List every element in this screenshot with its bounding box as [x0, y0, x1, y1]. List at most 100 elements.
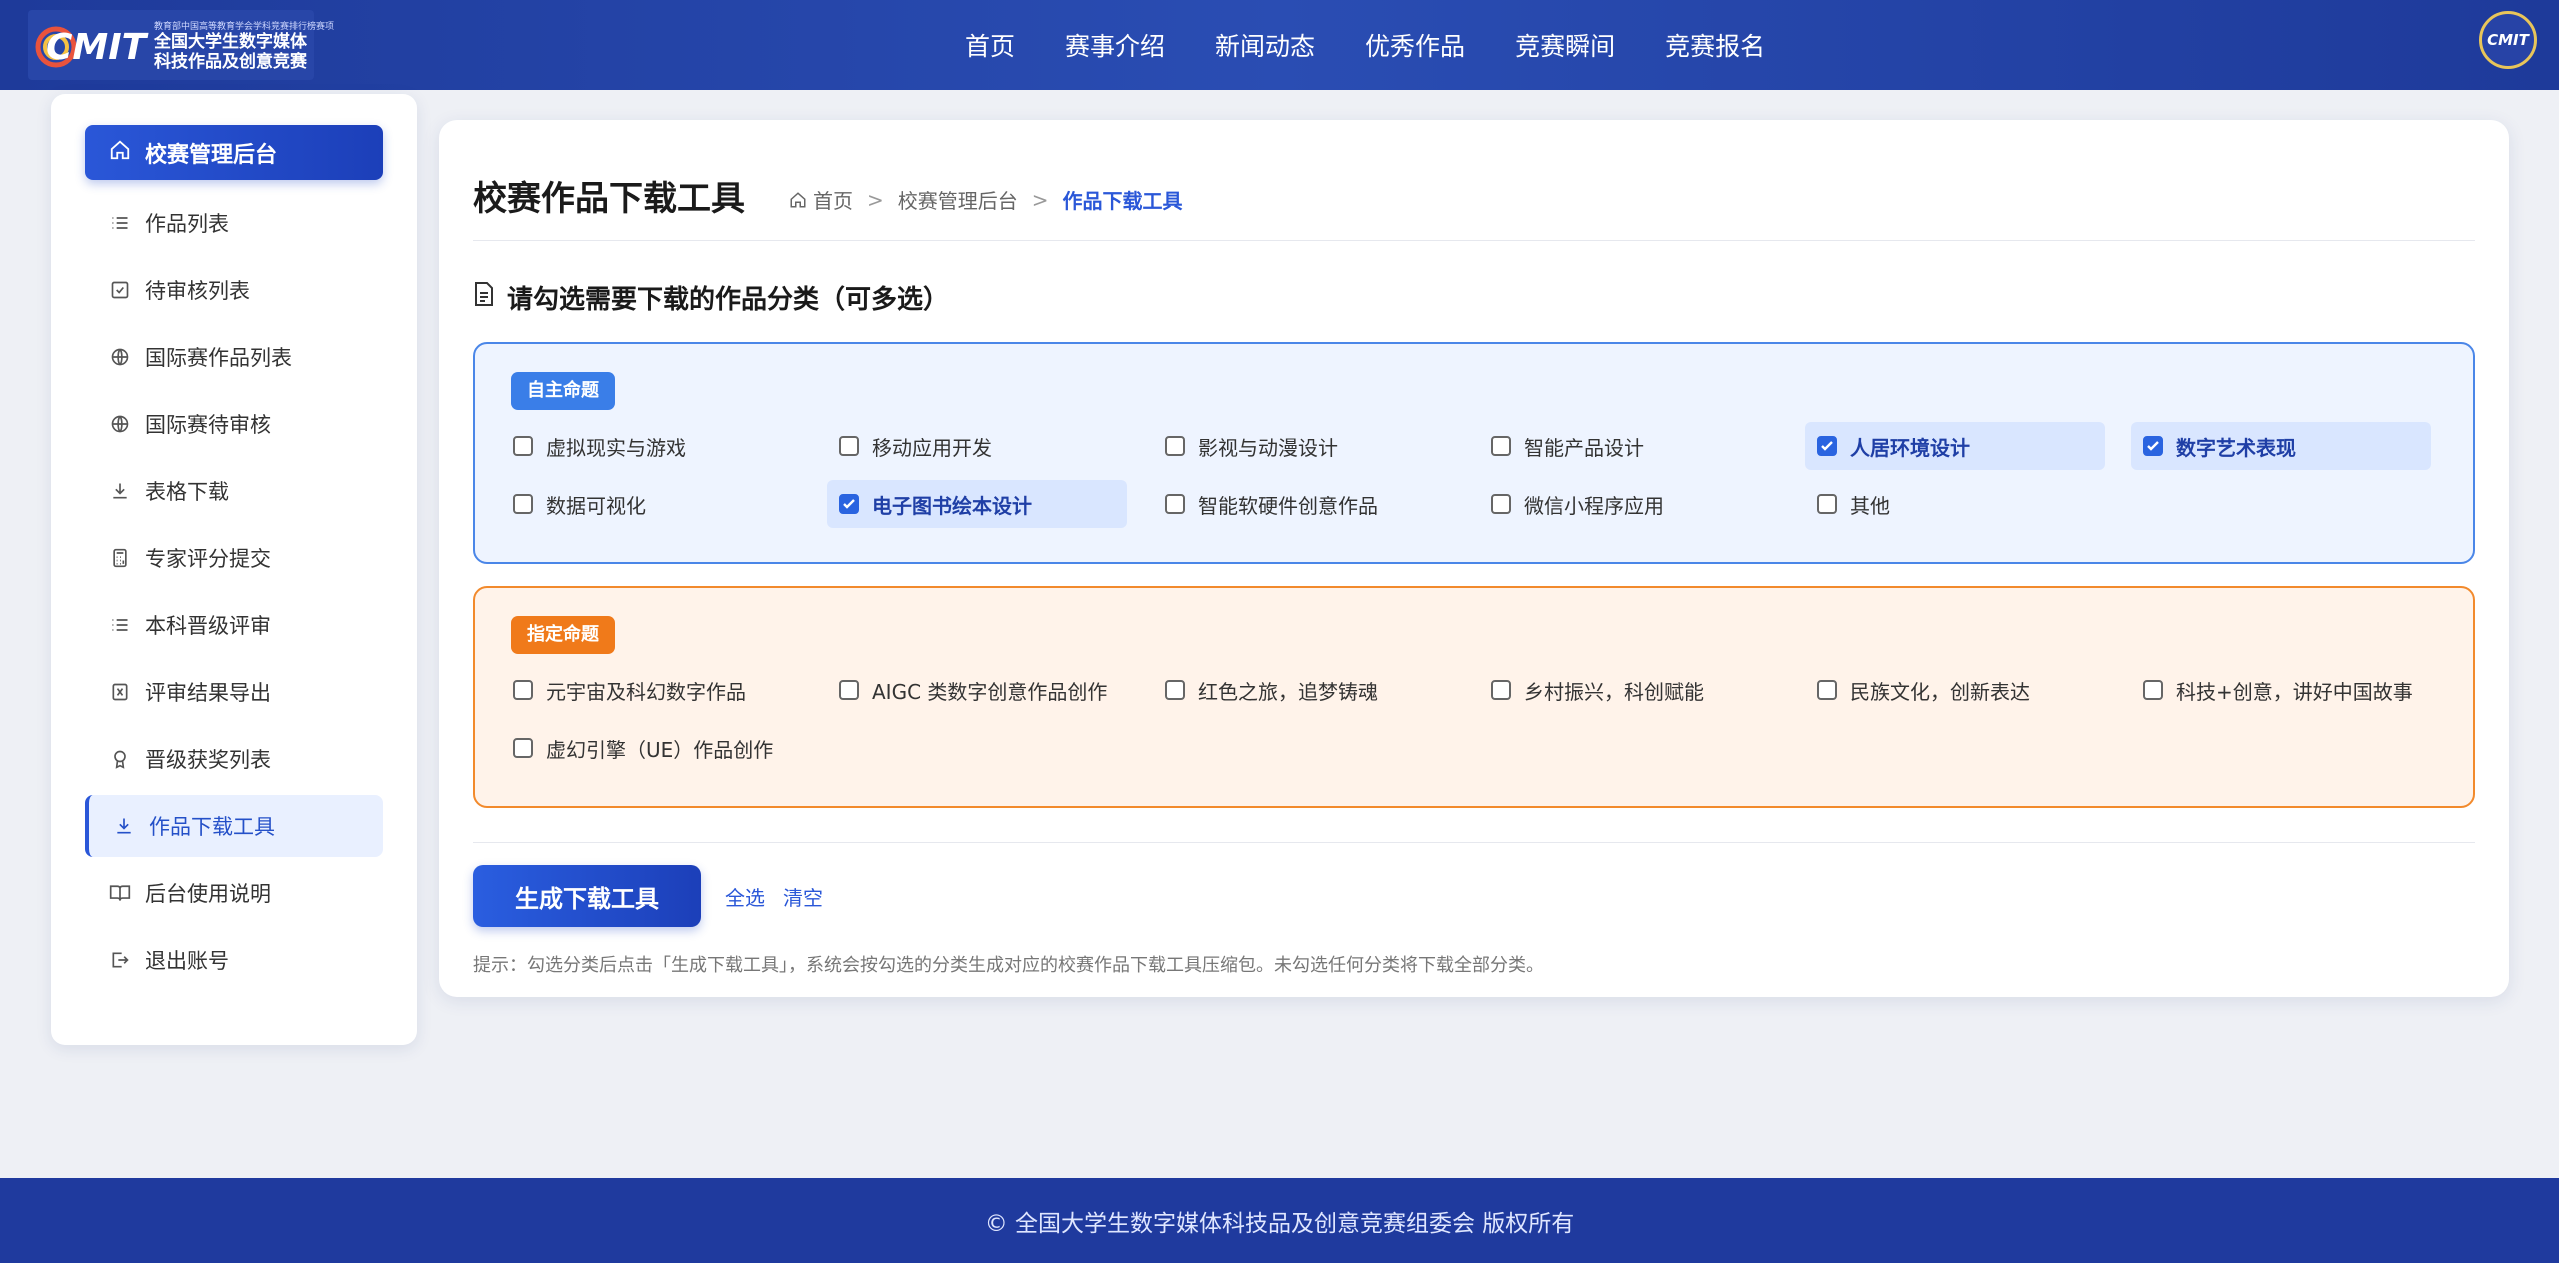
- logo-title-line1: 全国大学生数字媒体: [154, 31, 307, 52]
- sidebar-item-label: 后台使用说明: [145, 882, 271, 906]
- sidebar-item-label: 评审结果导出: [145, 681, 271, 705]
- sidebar-item-intl-works[interactable]: 国际赛作品列表: [85, 326, 383, 388]
- category-option[interactable]: 虚幻引擎（UE）作品创作: [501, 724, 801, 772]
- sidebar-head[interactable]: 校赛管理后台: [85, 125, 383, 180]
- svg-text:CMIT: CMIT: [46, 27, 149, 68]
- category-option[interactable]: 数据可视化: [501, 480, 801, 528]
- nav-home[interactable]: 首页: [940, 27, 1040, 63]
- nav-signup[interactable]: 竞赛报名: [1640, 27, 1790, 63]
- divider: [473, 842, 2475, 843]
- checkbox[interactable]: [2143, 680, 2163, 700]
- checkbox[interactable]: [513, 494, 533, 514]
- action-row: 生成下载工具 全选 清空: [473, 865, 2475, 927]
- checkbox[interactable]: [839, 436, 859, 456]
- category-option[interactable]: 智能软硬件创意作品: [1153, 480, 1453, 528]
- excel-icon: [109, 681, 131, 703]
- breadcrumb-admin[interactable]: 校赛管理后台: [898, 185, 1018, 214]
- checkbox[interactable]: [1165, 680, 1185, 700]
- category-option[interactable]: 移动应用开发: [827, 422, 1127, 470]
- option-label: 数字艺术表现: [2176, 435, 2296, 460]
- download-icon: [109, 480, 131, 502]
- nav-moments[interactable]: 竞赛瞬间: [1490, 27, 1640, 63]
- main-card: 校赛作品下载工具 首页 > 校赛管理后台 > 作品下载工具 请勾选需要下载的作品…: [439, 120, 2509, 997]
- globe-icon: [109, 413, 131, 435]
- option-label: 智能软硬件创意作品: [1198, 493, 1378, 518]
- checkbox[interactable]: [2143, 436, 2163, 456]
- sidebar-item-award-list[interactable]: 晋级获奖列表: [85, 728, 383, 790]
- sidebar-item-works-list[interactable]: 作品列表: [85, 192, 383, 254]
- nav-intro[interactable]: 赛事介绍: [1040, 27, 1190, 63]
- site-logo[interactable]: CMIT 教育部中国高等教育学会学科竞赛排行榜赛项 全国大学生数字媒体 科技作品…: [28, 10, 334, 80]
- category-option[interactable]: 虚拟现实与游戏: [501, 422, 801, 470]
- category-option[interactable]: 微信小程序应用: [1479, 480, 1779, 528]
- sidebar-item-label: 国际赛作品列表: [145, 346, 292, 370]
- sidebar-item-download-tool[interactable]: 作品下载工具: [85, 795, 383, 857]
- checkbox[interactable]: [513, 738, 533, 758]
- category-group-assigned-topic: 指定命题 元宇宙及科幻数字作品 AIGC 类数字创意作品创作 红色之旅，追梦铸魂…: [473, 586, 2475, 808]
- checkbox[interactable]: [513, 436, 533, 456]
- main-nav: 首页 赛事介绍 新闻动态 优秀作品 竞赛瞬间 竞赛报名: [940, 0, 1790, 90]
- checkbox[interactable]: [513, 680, 533, 700]
- checkbox[interactable]: [1817, 680, 1837, 700]
- category-option[interactable]: AIGC 类数字创意作品创作: [827, 666, 1127, 714]
- checkbox[interactable]: [1817, 436, 1837, 456]
- generate-tool-button[interactable]: 生成下载工具: [473, 865, 701, 927]
- award-icon: [109, 748, 131, 770]
- checkbox[interactable]: [1817, 494, 1837, 514]
- logo-text: 教育部中国高等教育学会学科竞赛排行榜赛项 全国大学生数字媒体 科技作品及创意竞赛: [154, 19, 334, 72]
- sidebar-item-pending-review[interactable]: 待审核列表: [85, 259, 383, 321]
- checkbox[interactable]: [1491, 680, 1511, 700]
- category-option[interactable]: 科技+创意，讲好中国故事: [2131, 666, 2431, 714]
- category-option[interactable]: 人居环境设计: [1805, 422, 2105, 470]
- checkbox-icon: [109, 279, 131, 301]
- sidebar-item-results-export[interactable]: 评审结果导出: [85, 661, 383, 723]
- sidebar-item-label: 作品下载工具: [149, 815, 275, 839]
- category-option[interactable]: 元宇宙及科幻数字作品: [501, 666, 801, 714]
- category-option[interactable]: 影视与动漫设计: [1153, 422, 1453, 470]
- sidebar: 校赛管理后台 作品列表 待审核列表 国际赛作品列表 国际赛待审核 表格下载 专家…: [51, 94, 417, 1045]
- nav-news[interactable]: 新闻动态: [1190, 27, 1340, 63]
- checkbox[interactable]: [1165, 494, 1185, 514]
- sidebar-item-promotion-review[interactable]: 本科晋级评审: [85, 594, 383, 656]
- user-avatar[interactable]: CMIT: [2479, 11, 2537, 69]
- calculator-icon: [109, 547, 131, 569]
- option-label: 民族文化，创新表达: [1850, 679, 2030, 704]
- sidebar-item-intl-pending[interactable]: 国际赛待审核: [85, 393, 383, 455]
- category-option[interactable]: 民族文化，创新表达: [1805, 666, 2105, 714]
- nav-works[interactable]: 优秀作品: [1340, 27, 1490, 63]
- checkbox[interactable]: [1165, 436, 1185, 456]
- section-title: 请勾选需要下载的作品分类（可多选）: [473, 279, 2475, 316]
- clear-link[interactable]: 清空: [783, 882, 823, 911]
- book-icon: [109, 882, 131, 904]
- checkbox[interactable]: [839, 494, 859, 514]
- category-option[interactable]: 数字艺术表现: [2131, 422, 2431, 470]
- category-option[interactable]: 乡村振兴，科创赋能: [1479, 666, 1779, 714]
- sidebar-item-label: 晋级获奖列表: [145, 748, 271, 772]
- sidebar-item-logout[interactable]: 退出账号: [85, 929, 383, 991]
- logout-icon: [109, 949, 131, 971]
- checkbox[interactable]: [839, 680, 859, 700]
- home-icon: [109, 139, 131, 167]
- category-option[interactable]: 智能产品设计: [1479, 422, 1779, 470]
- select-all-link[interactable]: 全选: [725, 882, 765, 911]
- option-label: 红色之旅，追梦铸魂: [1198, 679, 1378, 704]
- option-label: 移动应用开发: [872, 435, 992, 460]
- category-option[interactable]: 红色之旅，追梦铸魂: [1153, 666, 1453, 714]
- section-title-text: 请勾选需要下载的作品分类（可多选）: [507, 285, 950, 315]
- category-option[interactable]: 电子图书绘本设计: [827, 480, 1127, 528]
- copyright-text: © 全国大学生数字媒体科技品及创意竞赛组委会 版权所有: [984, 1210, 1575, 1237]
- checkbox[interactable]: [1491, 494, 1511, 514]
- sidebar-item-form-download[interactable]: 表格下载: [85, 460, 383, 522]
- option-label: 人居环境设计: [1850, 435, 1970, 460]
- list-icon: [109, 614, 131, 636]
- sidebar-item-manual[interactable]: 后台使用说明: [85, 862, 383, 924]
- sidebar-head-label: 校赛管理后台: [145, 142, 278, 168]
- sidebar-item-label: 专家评分提交: [145, 547, 271, 571]
- checkbox[interactable]: [1491, 436, 1511, 456]
- option-label: 其他: [1850, 493, 1890, 518]
- breadcrumb-home[interactable]: 首页: [813, 185, 853, 214]
- category-option[interactable]: 其他: [1805, 480, 2105, 528]
- page-title: 校赛作品下载工具: [473, 179, 745, 219]
- sidebar-item-expert-score[interactable]: 专家评分提交: [85, 527, 383, 589]
- sidebar-item-label: 国际赛待审核: [145, 413, 271, 437]
